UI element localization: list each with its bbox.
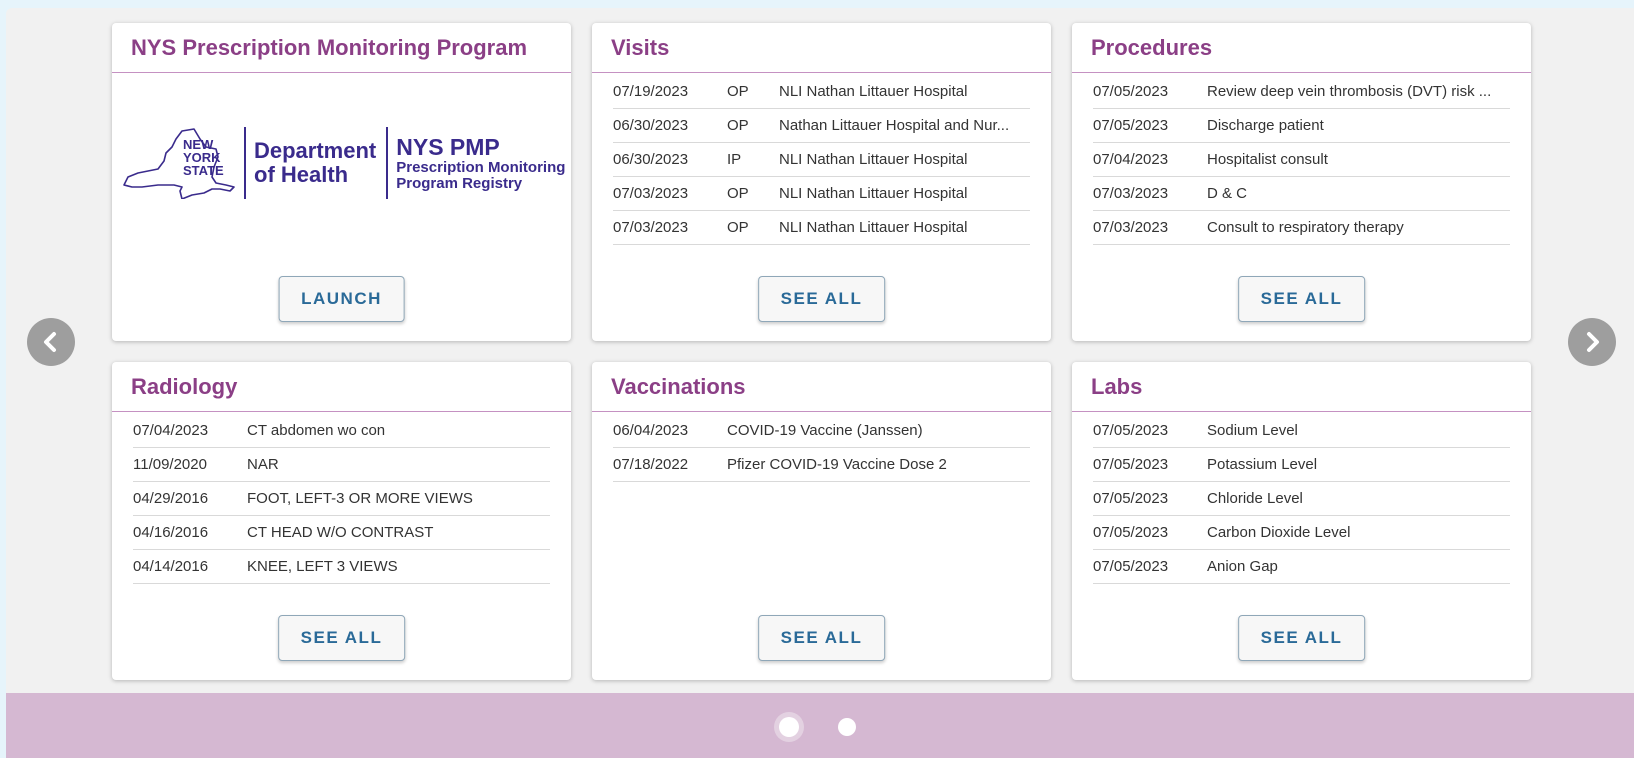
procedures-see-all-button[interactable]: SEE ALL <box>1237 276 1366 322</box>
radiology-card: Radiology 07/04/2023 CT abdomen wo con 1… <box>112 362 571 680</box>
dept-of-health-text: Department of Health <box>254 138 377 187</box>
pmp-card: NYS Prescription Monitoring Program NEW … <box>112 23 571 341</box>
list-item[interactable]: 07/04/2023 CT abdomen wo con <box>133 414 550 448</box>
labs-see-all-button[interactable]: SEE ALL <box>1237 615 1366 661</box>
list-item[interactable]: 07/05/2023 Anion Gap <box>1093 550 1510 584</box>
nys-pmp-text: NYS PMP Prescription Monitoring Program … <box>396 134 566 192</box>
list-item[interactable]: 06/04/2023 COVID-19 Vaccine (Janssen) <box>613 414 1030 448</box>
carousel-next-button[interactable] <box>1568 318 1616 366</box>
state-line3: STATE <box>183 163 224 178</box>
carousel-prev-button[interactable] <box>27 318 75 366</box>
list-item[interactable]: 07/05/2023 Carbon Dioxide Level <box>1093 516 1510 550</box>
procedures-card-title: Procedures <box>1072 23 1531 73</box>
carousel-footer <box>6 693 1634 758</box>
list-item[interactable]: 06/30/2023 OP Nathan Littauer Hospital a… <box>613 109 1030 143</box>
logo-divider <box>386 127 389 199</box>
list-item[interactable]: 07/03/2023 OP NLI Nathan Littauer Hospit… <box>613 177 1030 211</box>
list-item[interactable]: 07/03/2023 D & C <box>1093 177 1510 211</box>
radiology-see-all-button[interactable]: SEE ALL <box>277 615 406 661</box>
list-item[interactable]: 07/05/2023 Chloride Level <box>1093 482 1510 516</box>
labs-card-title: Labs <box>1072 362 1531 412</box>
pmp-card-title: NYS Prescription Monitoring Program <box>112 23 571 73</box>
list-item[interactable]: 06/30/2023 IP NLI Nathan Littauer Hospit… <box>613 143 1030 177</box>
chevron-right-icon <box>1587 332 1599 352</box>
nys-map-icon: NEW YORK STATE <box>123 128 235 199</box>
labs-list: 07/05/2023 Sodium Level 07/05/2023 Potas… <box>1072 412 1531 584</box>
visits-card: Visits 07/19/2023 OP NLI Nathan Littauer… <box>592 23 1051 341</box>
vaccinations-see-all-button[interactable]: SEE ALL <box>757 615 886 661</box>
list-item[interactable]: 07/05/2023 Discharge patient <box>1093 109 1510 143</box>
list-item[interactable]: 07/03/2023 Consult to respiratory therap… <box>1093 211 1510 245</box>
list-item[interactable]: 04/16/2016 CT HEAD W/O CONTRAST <box>133 516 550 550</box>
list-item[interactable]: 07/19/2023 OP NLI Nathan Littauer Hospit… <box>613 75 1030 109</box>
visits-list: 07/19/2023 OP NLI Nathan Littauer Hospit… <box>592 73 1051 245</box>
procedures-list: 07/05/2023 Review deep vein thrombosis (… <box>1072 73 1531 245</box>
list-item[interactable]: 07/05/2023 Potassium Level <box>1093 448 1510 482</box>
list-item[interactable]: 11/09/2020 NAR <box>133 448 550 482</box>
list-item[interactable]: 07/03/2023 OP NLI Nathan Littauer Hospit… <box>613 211 1030 245</box>
list-item[interactable]: 07/05/2023 Sodium Level <box>1093 414 1510 448</box>
list-item[interactable]: 07/04/2023 Hospitalist consult <box>1093 143 1510 177</box>
radiology-card-title: Radiology <box>112 362 571 412</box>
carousel-dot-2[interactable] <box>838 718 856 736</box>
list-item[interactable]: 04/14/2016 KNEE, LEFT 3 VIEWS <box>133 550 550 584</box>
launch-button[interactable]: LAUNCH <box>278 276 405 322</box>
logo-divider <box>244 127 246 199</box>
list-item[interactable]: 04/29/2016 FOOT, LEFT-3 OR MORE VIEWS <box>133 482 550 516</box>
visits-card-title: Visits <box>592 23 1051 73</box>
visits-see-all-button[interactable]: SEE ALL <box>757 276 886 322</box>
carousel-dot-1[interactable] <box>779 717 799 737</box>
vaccinations-card: Vaccinations 06/04/2023 COVID-19 Vaccine… <box>592 362 1051 680</box>
list-item[interactable]: 07/05/2023 Review deep vein thrombosis (… <box>1093 75 1510 109</box>
procedures-card: Procedures 07/05/2023 Review deep vein t… <box>1072 23 1531 341</box>
radiology-list: 07/04/2023 CT abdomen wo con 11/09/2020 … <box>112 412 571 584</box>
labs-card: Labs 07/05/2023 Sodium Level 07/05/2023 … <box>1072 362 1531 680</box>
vaccinations-card-title: Vaccinations <box>592 362 1051 412</box>
nys-doh-pmp-logo: NEW YORK STATE Department of Health NYS … <box>122 118 566 208</box>
list-item[interactable]: 07/18/2022 Pfizer COVID-19 Vaccine Dose … <box>613 448 1030 482</box>
vaccinations-list: 06/04/2023 COVID-19 Vaccine (Janssen) 07… <box>592 412 1051 482</box>
chevron-left-icon <box>44 332 56 352</box>
